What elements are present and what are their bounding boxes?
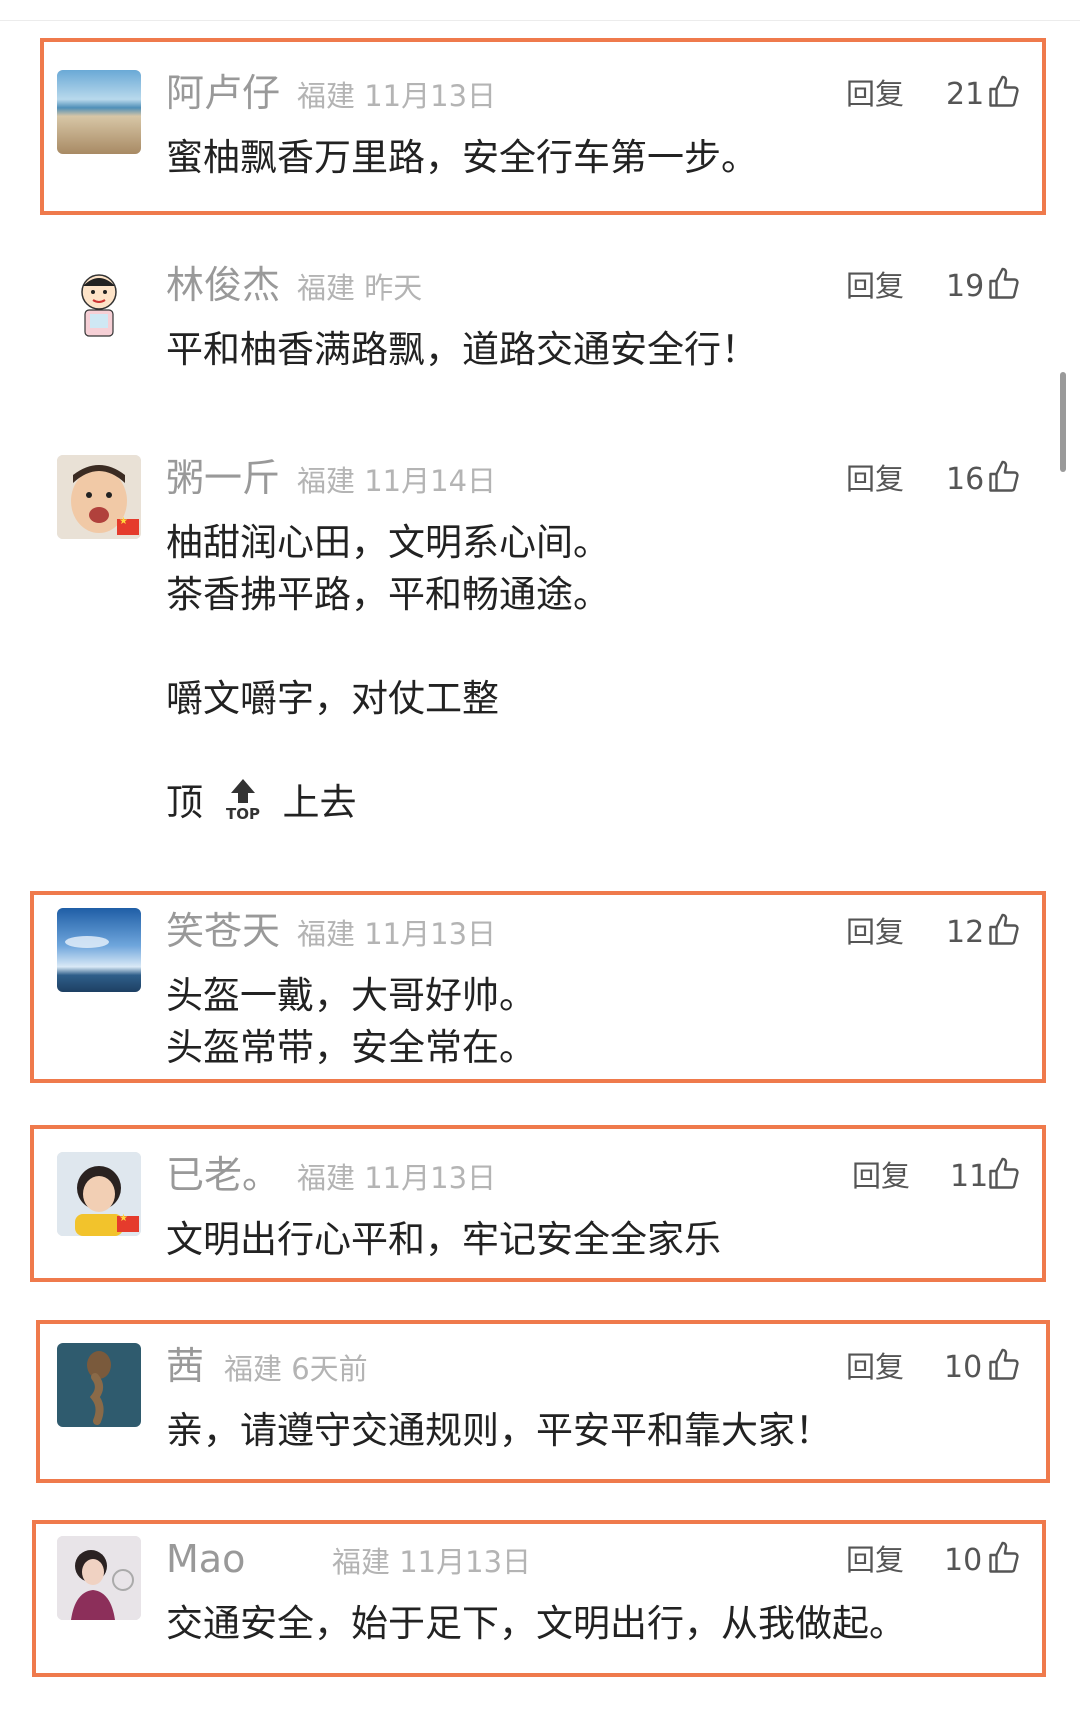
user-avatar[interactable] — [57, 262, 141, 346]
highlight-box — [30, 891, 1046, 1083]
location: 福建 — [297, 271, 356, 305]
location: 福建 — [297, 464, 356, 498]
top-arrow-emoji-icon: TOP — [223, 777, 263, 823]
comment-meta: 福建 昨天 — [297, 274, 422, 303]
comment-line: 嚼文嚼字，对仗工整 — [166, 677, 499, 720]
highlight-box — [40, 38, 1046, 215]
comment-text: 柚甜润心田，文明系心间。 茶香拂平路，平和畅通途。 嚼文嚼字，对仗工整 顶 TO… — [166, 517, 610, 829]
comment-line: 平和柚香满路飘，道路交通安全行！ — [166, 328, 758, 371]
user-name[interactable]: 粥一斤 — [166, 459, 280, 497]
reply-button[interactable]: 回复 — [846, 465, 904, 494]
comment-line: 茶香拂平路，平和畅通途。 — [166, 573, 610, 616]
scrollbar[interactable] — [1060, 372, 1066, 472]
timestamp: 昨天 — [364, 271, 423, 305]
timestamp: 11月14日 — [364, 464, 497, 498]
comment-word: 顶 — [166, 781, 203, 824]
highlight-box — [30, 1125, 1046, 1282]
like-count: 19 — [946, 269, 985, 304]
like-count: 16 — [946, 462, 985, 497]
comment-word: 上去 — [282, 781, 357, 824]
top-emoji-label: TOP — [226, 805, 260, 821]
china-flag-icon — [117, 516, 139, 535]
reply-button[interactable]: 回复 — [846, 272, 904, 301]
highlight-box — [32, 1520, 1046, 1677]
user-avatar[interactable] — [57, 455, 141, 539]
comment-text: 平和柚香满路飘，道路交通安全行！ — [166, 324, 758, 376]
highlight-box — [36, 1320, 1050, 1483]
thumbs-up-icon[interactable] — [986, 458, 1022, 496]
thumbs-up-icon[interactable] — [986, 265, 1022, 303]
comment-line: 柚甜润心田，文明系心间。 — [166, 521, 610, 564]
comment-line: 顶 TOP 上去 — [166, 777, 610, 829]
user-name[interactable]: 林俊杰 — [166, 266, 280, 304]
comment-meta: 福建 11月14日 — [297, 467, 496, 496]
cartoon-kid-avatar — [57, 262, 141, 346]
top-divider — [0, 20, 1080, 21]
